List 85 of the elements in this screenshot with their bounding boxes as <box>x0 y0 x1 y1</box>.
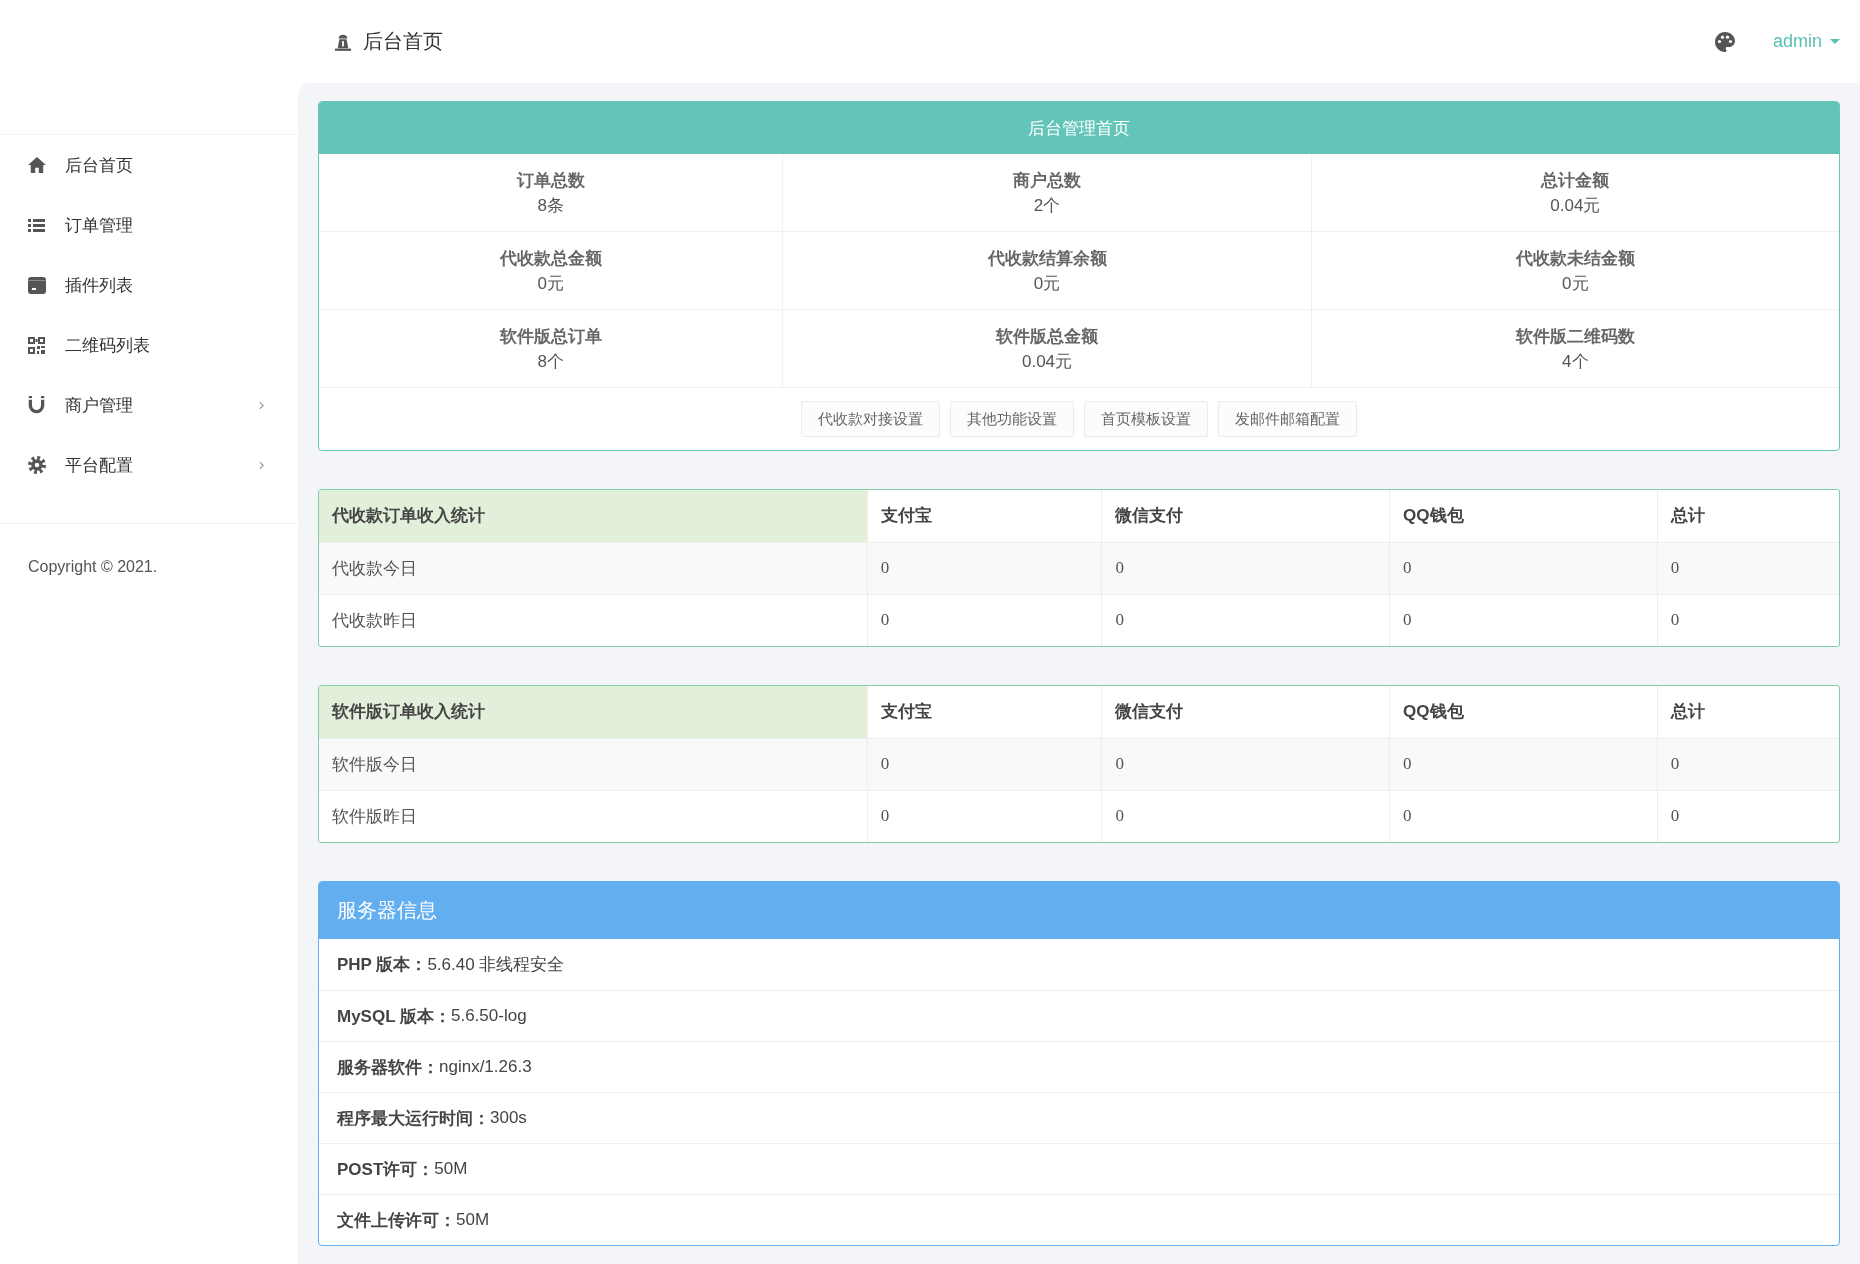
settings-button[interactable]: 代收款对接设置 <box>801 401 940 437</box>
table-cell: 软件版今日 <box>319 738 868 790</box>
sidebar-item[interactable]: 平台配置 <box>0 435 298 495</box>
home-icon <box>28 157 46 173</box>
chevron-right-icon <box>259 400 264 410</box>
column-header: 总计 <box>1657 490 1839 542</box>
stat-value: 8个 <box>537 350 564 373</box>
table-cell: 0 <box>1657 738 1839 790</box>
settings-button[interactable]: 发邮件邮箱配置 <box>1218 401 1357 437</box>
table-cell: 0 <box>867 542 1102 594</box>
info-label: 程序最大运行时间： <box>337 1107 490 1130</box>
stat-value: 0.04元 <box>1550 194 1601 217</box>
card-icon <box>28 276 46 294</box>
info-value: 5.6.40 非线程安全 <box>427 954 565 976</box>
table-cell: 0 <box>1101 594 1390 646</box>
table-cell: 0 <box>1657 594 1839 646</box>
settings-button[interactable]: 首页模板设置 <box>1084 401 1208 437</box>
sidebar-item[interactable]: 订单管理 <box>0 195 298 255</box>
column-header: 微信支付 <box>1101 490 1390 542</box>
sidebar-item[interactable]: 后台首页 <box>0 135 298 195</box>
info-label: PHP 版本： <box>337 954 428 976</box>
table-cell: 0 <box>1101 738 1390 790</box>
panel-title: 服务器信息 <box>319 882 1839 939</box>
info-label: MySQL 版本： <box>337 1005 451 1028</box>
stat-label: 总计金额 <box>1541 169 1610 192</box>
list-icon <box>28 218 45 232</box>
column-header: 软件版订单收入统计 <box>319 686 868 738</box>
info-label: 服务器软件： <box>337 1056 439 1079</box>
magnet-icon <box>28 396 45 414</box>
table-cell: 0 <box>1101 790 1390 842</box>
table-cell: 0 <box>1389 594 1658 646</box>
column-header: 代收款订单收入统计 <box>319 490 868 542</box>
column-header: QQ钱包 <box>1389 686 1658 738</box>
table-cell: 0 <box>1389 542 1658 594</box>
info-value: 50M <box>434 1159 468 1179</box>
column-header: 总计 <box>1657 686 1839 738</box>
table-cell: 0 <box>1657 542 1839 594</box>
column-header: 微信支付 <box>1101 686 1390 738</box>
table-cell: 软件版昨日 <box>319 790 868 842</box>
panel-title: 后台管理首页 <box>319 102 1839 154</box>
stat-value: 0元 <box>1033 272 1061 295</box>
stat-value: 4个 <box>1562 350 1589 373</box>
stat-label: 代收款总金额 <box>499 247 602 270</box>
stat-label: 软件版二维码数 <box>1515 325 1635 348</box>
table-cell: 0 <box>1389 738 1658 790</box>
table-cell: 0 <box>1389 790 1658 842</box>
column-header: 支付宝 <box>867 490 1102 542</box>
page-title: 后台首页 <box>363 29 443 54</box>
caret-icon <box>1830 39 1840 44</box>
info-label: 文件上传许可： <box>337 1209 456 1232</box>
gear-icon <box>28 456 46 474</box>
copyright-text: Copyright © 2021. <box>27 557 159 576</box>
tower-icon <box>335 32 351 51</box>
table-cell: 0 <box>867 790 1102 842</box>
table-cell: 0 <box>867 594 1102 646</box>
column-header: QQ钱包 <box>1389 490 1658 542</box>
stat-value: 0.04元 <box>1022 350 1073 373</box>
stat-label: 订单总数 <box>516 169 585 192</box>
table-cell: 0 <box>867 738 1102 790</box>
palette-icon[interactable] <box>1714 31 1735 52</box>
stat-value: 0元 <box>1562 272 1589 295</box>
sidebar-item[interactable]: 二维码列表 <box>0 315 298 375</box>
info-value: 300s <box>490 1108 527 1128</box>
table-cell: 0 <box>1101 542 1390 594</box>
settings-button[interactable]: 其他功能设置 <box>950 401 1074 437</box>
stat-label: 商户总数 <box>1013 169 1082 192</box>
qr-code-icon <box>28 336 45 354</box>
stat-label: 软件版总订单 <box>499 325 602 348</box>
stat-value: 0元 <box>537 272 564 295</box>
stat-value: 2个 <box>1033 194 1061 217</box>
table-cell: 代收款今日 <box>319 542 868 594</box>
info-value: nginx/1.26.3 <box>439 1057 532 1077</box>
sidebar-item[interactable]: 插件列表 <box>0 255 298 315</box>
info-value: 50M <box>456 1210 490 1230</box>
table-cell: 代收款昨日 <box>319 594 868 646</box>
stat-label: 代收款结算余额 <box>987 247 1107 270</box>
table-cell: 0 <box>1657 790 1839 842</box>
column-header: 支付宝 <box>867 686 1102 738</box>
sidebar-item[interactable]: 商户管理 <box>0 375 298 435</box>
info-value: 5.6.50-log <box>451 1006 527 1026</box>
chevron-right-icon <box>259 460 264 470</box>
info-label: POST许可： <box>337 1158 435 1181</box>
stat-value: 8条 <box>537 194 564 217</box>
stat-label: 代收款未结金额 <box>1515 247 1635 270</box>
stat-label: 软件版总金额 <box>996 325 1099 348</box>
